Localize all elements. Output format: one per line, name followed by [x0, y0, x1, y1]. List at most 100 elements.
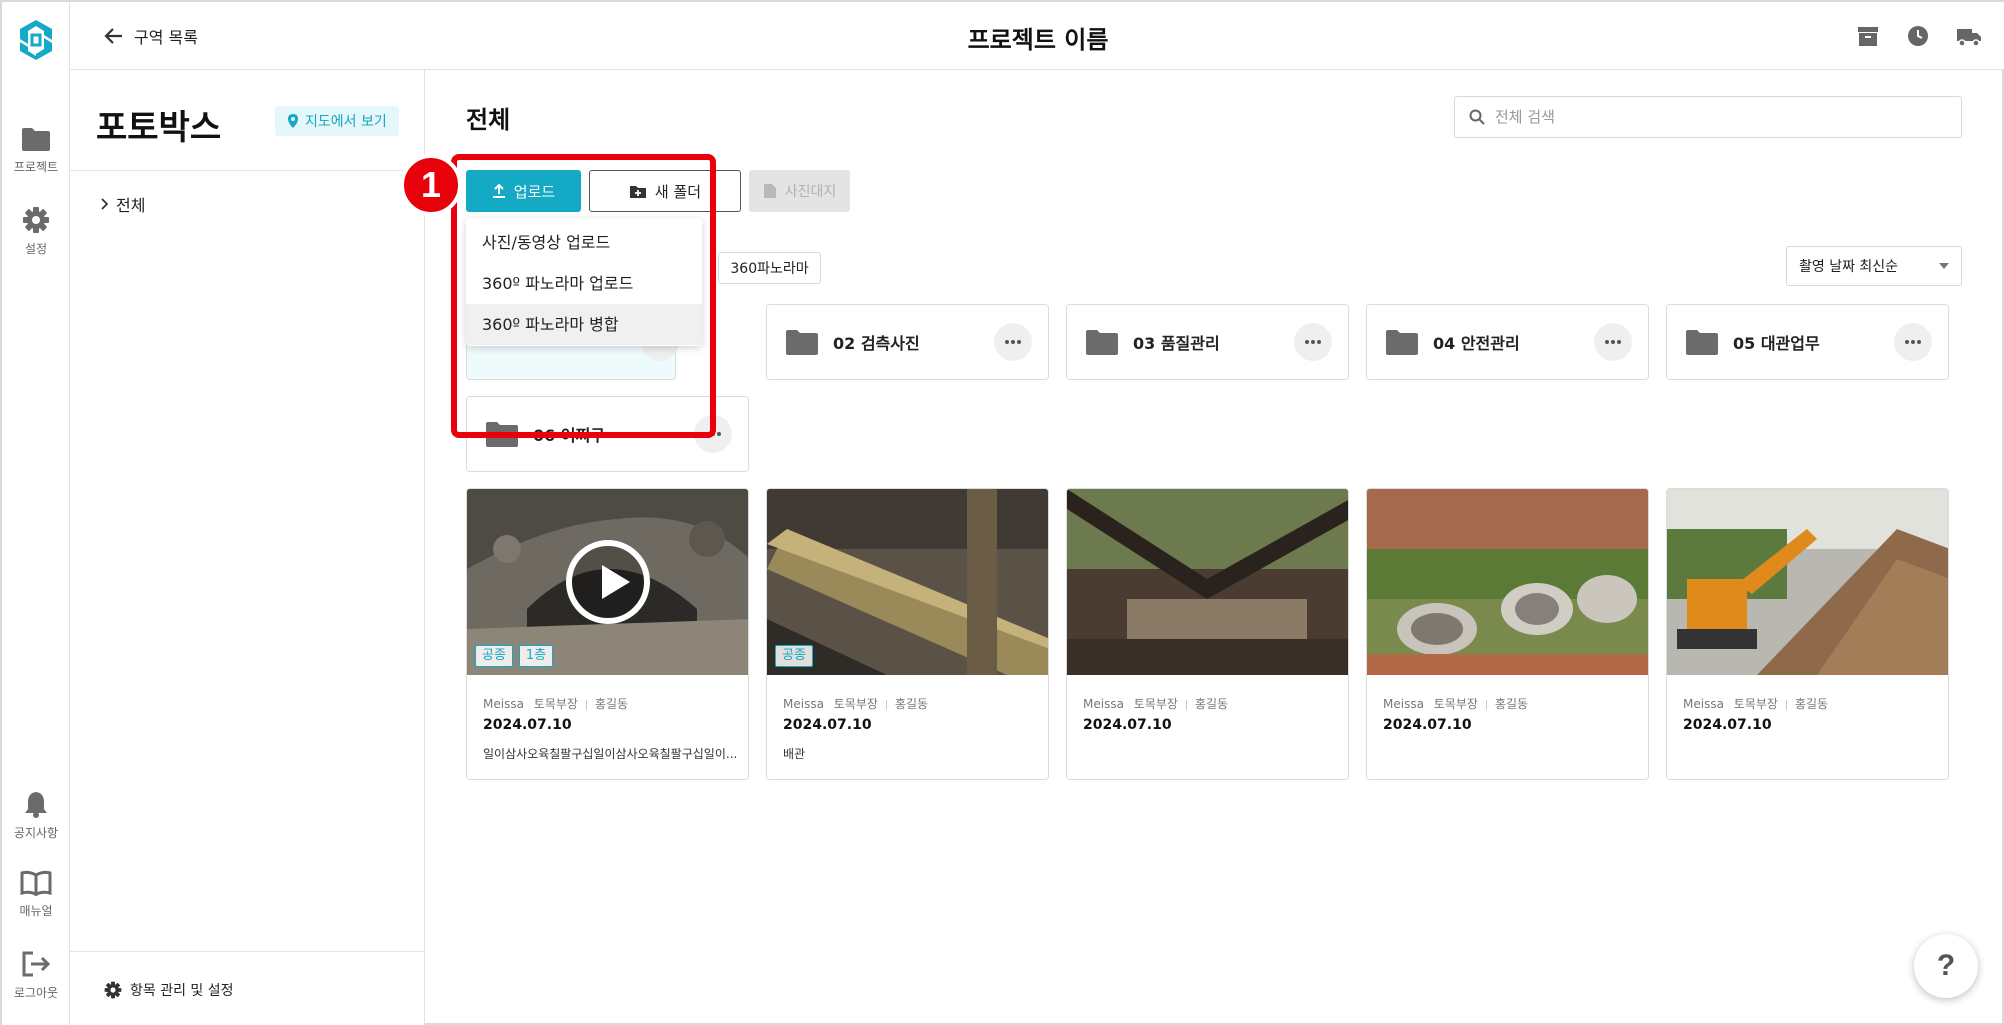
- folder-icon: [22, 128, 50, 151]
- photo-card[interactable]: Meissa 토목부장 홍길동 2024.07.10: [1066, 488, 1349, 780]
- icon-rail: 프로젝트 설정 공지사항 매뉴얼 로그아웃: [2, 2, 70, 1025]
- author: 홍길동: [1194, 697, 1229, 711]
- photo-meta: Meissa 토목부장 홍길동: [1683, 695, 1828, 712]
- rail-item-settings[interactable]: 설정: [2, 206, 70, 257]
- folder-icon: [1386, 330, 1418, 355]
- search-icon: [1469, 109, 1485, 125]
- role: 토목부장: [1433, 697, 1478, 711]
- section-title: 전체: [466, 106, 511, 134]
- photo-card[interactable]: Meissa 토목부장 홍길동 2024.07.10: [1666, 488, 1949, 780]
- photo-thumbnail: [1367, 489, 1648, 675]
- app-logo-icon[interactable]: [16, 18, 56, 62]
- photo-thumbnail: 공종: [767, 489, 1048, 675]
- archive-icon[interactable]: [1856, 24, 1880, 48]
- clock-icon[interactable]: [1906, 24, 1930, 48]
- more-dots-icon: [1905, 340, 1921, 344]
- sort-select[interactable]: 촬영 날짜 최신순: [1786, 246, 1962, 286]
- folder-icon: [786, 330, 818, 355]
- tag: 1층: [518, 645, 554, 667]
- role: 토목부장: [1133, 697, 1178, 711]
- upload-dropdown-menu: 사진/동영상 업로드 360º 파노라마 업로드 360º 파노라마 병합: [466, 218, 702, 346]
- photo-date: 2024.07.10: [1383, 717, 1472, 733]
- rail-item-logout[interactable]: 로그아웃: [2, 950, 70, 1001]
- photo-card[interactable]: Meissa 토목부장 홍길동 2024.07.10: [1366, 488, 1649, 780]
- author: 홍길동: [594, 697, 629, 711]
- folder-icon: [1686, 330, 1718, 355]
- photobox-tree-panel: 포토박스 지도에서 보기 전체 항목 관리 및 설정: [70, 70, 425, 1025]
- menu-item-upload-360-panorama[interactable]: 360º 파노라마 업로드: [466, 263, 702, 304]
- photo-date: 2024.07.10: [1683, 717, 1772, 733]
- photo-meta: Meissa 토목부장 홍길동: [1383, 695, 1528, 712]
- photo-caption: 일이삼사오육칠팔구십일이삼사오육칠팔구십일이...: [483, 747, 738, 761]
- company: Meissa: [1383, 697, 1424, 711]
- more-options-button[interactable]: [1594, 323, 1632, 361]
- folder-icon: [486, 422, 518, 447]
- tag: 공종: [475, 645, 513, 667]
- rail-item-label: 설정: [24, 242, 48, 256]
- bell-icon: [25, 792, 47, 818]
- rail-item-label: 매뉴얼: [19, 904, 53, 918]
- help-button[interactable]: ?: [1914, 934, 1978, 998]
- more-dots-icon: [1305, 340, 1321, 344]
- view-on-map-button[interactable]: 지도에서 보기: [275, 106, 399, 136]
- tree-node-label: 전체: [116, 196, 146, 215]
- photo-caption: 배관: [783, 747, 806, 761]
- folder-name: 02 검측사진: [833, 334, 920, 353]
- menu-item-upload-photo-video[interactable]: 사진/동영상 업로드: [466, 222, 702, 263]
- play-video-icon[interactable]: [566, 540, 650, 624]
- more-options-button[interactable]: [994, 323, 1032, 361]
- upload-button[interactable]: 업로드: [466, 170, 581, 212]
- company: Meissa: [483, 697, 524, 711]
- settings-label: 항목 관리 및 설정: [130, 983, 234, 999]
- rail-item-label: 로그아웃: [13, 986, 59, 1000]
- folder-card[interactable]: 03 품질관리: [1066, 304, 1349, 380]
- menu-item-merge-360-panorama[interactable]: 360º 파노라마 병합: [466, 304, 702, 345]
- more-options-button[interactable]: [1894, 323, 1932, 361]
- photo-thumbnail: [1067, 489, 1348, 675]
- folder-card[interactable]: 05 대관업무: [1666, 304, 1949, 380]
- rail-item-label: 공지사항: [13, 826, 59, 840]
- photo-sheet-button[interactable]: 사진대지: [749, 170, 850, 212]
- photo-meta: Meissa 토목부장 홍길동: [483, 695, 628, 712]
- folder-name: 06 어쩌구: [533, 426, 605, 445]
- author: 홍길동: [894, 697, 929, 711]
- rail-item-label: 프로젝트: [13, 160, 59, 174]
- new-folder-button[interactable]: 새 폴더: [589, 170, 741, 212]
- search-box: [1454, 96, 1962, 138]
- new-folder-label: 새 폴더: [654, 182, 702, 201]
- tag: 공종: [775, 645, 813, 667]
- divider: [70, 170, 425, 171]
- tree-node-all[interactable]: 전체: [100, 192, 145, 216]
- rail-item-notice[interactable]: 공지사항: [2, 790, 70, 841]
- folder-card[interactable]: 06 어쩌구: [466, 396, 749, 472]
- upload-icon: [492, 184, 505, 198]
- search-input[interactable]: [1495, 108, 1935, 126]
- more-options-button[interactable]: [694, 415, 732, 453]
- photo-date: 2024.07.10: [783, 717, 872, 733]
- rail-item-manual[interactable]: 매뉴얼: [2, 870, 70, 919]
- role: 토목부장: [1733, 697, 1778, 711]
- rail-item-project[interactable]: 프로젝트: [2, 126, 70, 175]
- tag-row: 공종: [775, 645, 813, 667]
- gear-icon: [104, 981, 122, 999]
- annotation-step-badge: 1: [400, 154, 462, 216]
- photo-thumbnail: 공종 1층: [467, 489, 748, 675]
- map-pin-icon: [288, 114, 298, 128]
- photo-sheet-label: 사진대지: [784, 184, 837, 200]
- page-title: 프로젝트 이름: [967, 26, 1109, 54]
- photo-card[interactable]: 공종 1층 Meissa 토목부장 홍길동 2024.07.10 일이삼사오육칠팔…: [466, 488, 749, 780]
- photo-meta: Meissa 토목부장 홍길동: [1083, 695, 1228, 712]
- photo-card[interactable]: 공종 Meissa 토목부장 홍길동 2024.07.10 배관: [766, 488, 1049, 780]
- upload-label: 업로드: [513, 182, 556, 201]
- folder-card[interactable]: 02 검측사진: [766, 304, 1049, 380]
- more-options-button[interactable]: [1294, 323, 1332, 361]
- manage-items-settings-button[interactable]: 항목 관리 및 설정: [104, 980, 234, 1000]
- truck-icon[interactable]: [1956, 24, 1981, 48]
- photo-date: 2024.07.10: [1083, 717, 1172, 733]
- folder-icon: [1086, 330, 1118, 355]
- folder-card[interactable]: 04 안전관리: [1366, 304, 1649, 380]
- tree-title: 포토박스: [96, 108, 222, 148]
- filter-chip-360-panorama[interactable]: 360파노라마: [718, 252, 821, 284]
- tag-row: 공종 1층: [475, 645, 554, 667]
- company: Meissa: [1083, 697, 1124, 711]
